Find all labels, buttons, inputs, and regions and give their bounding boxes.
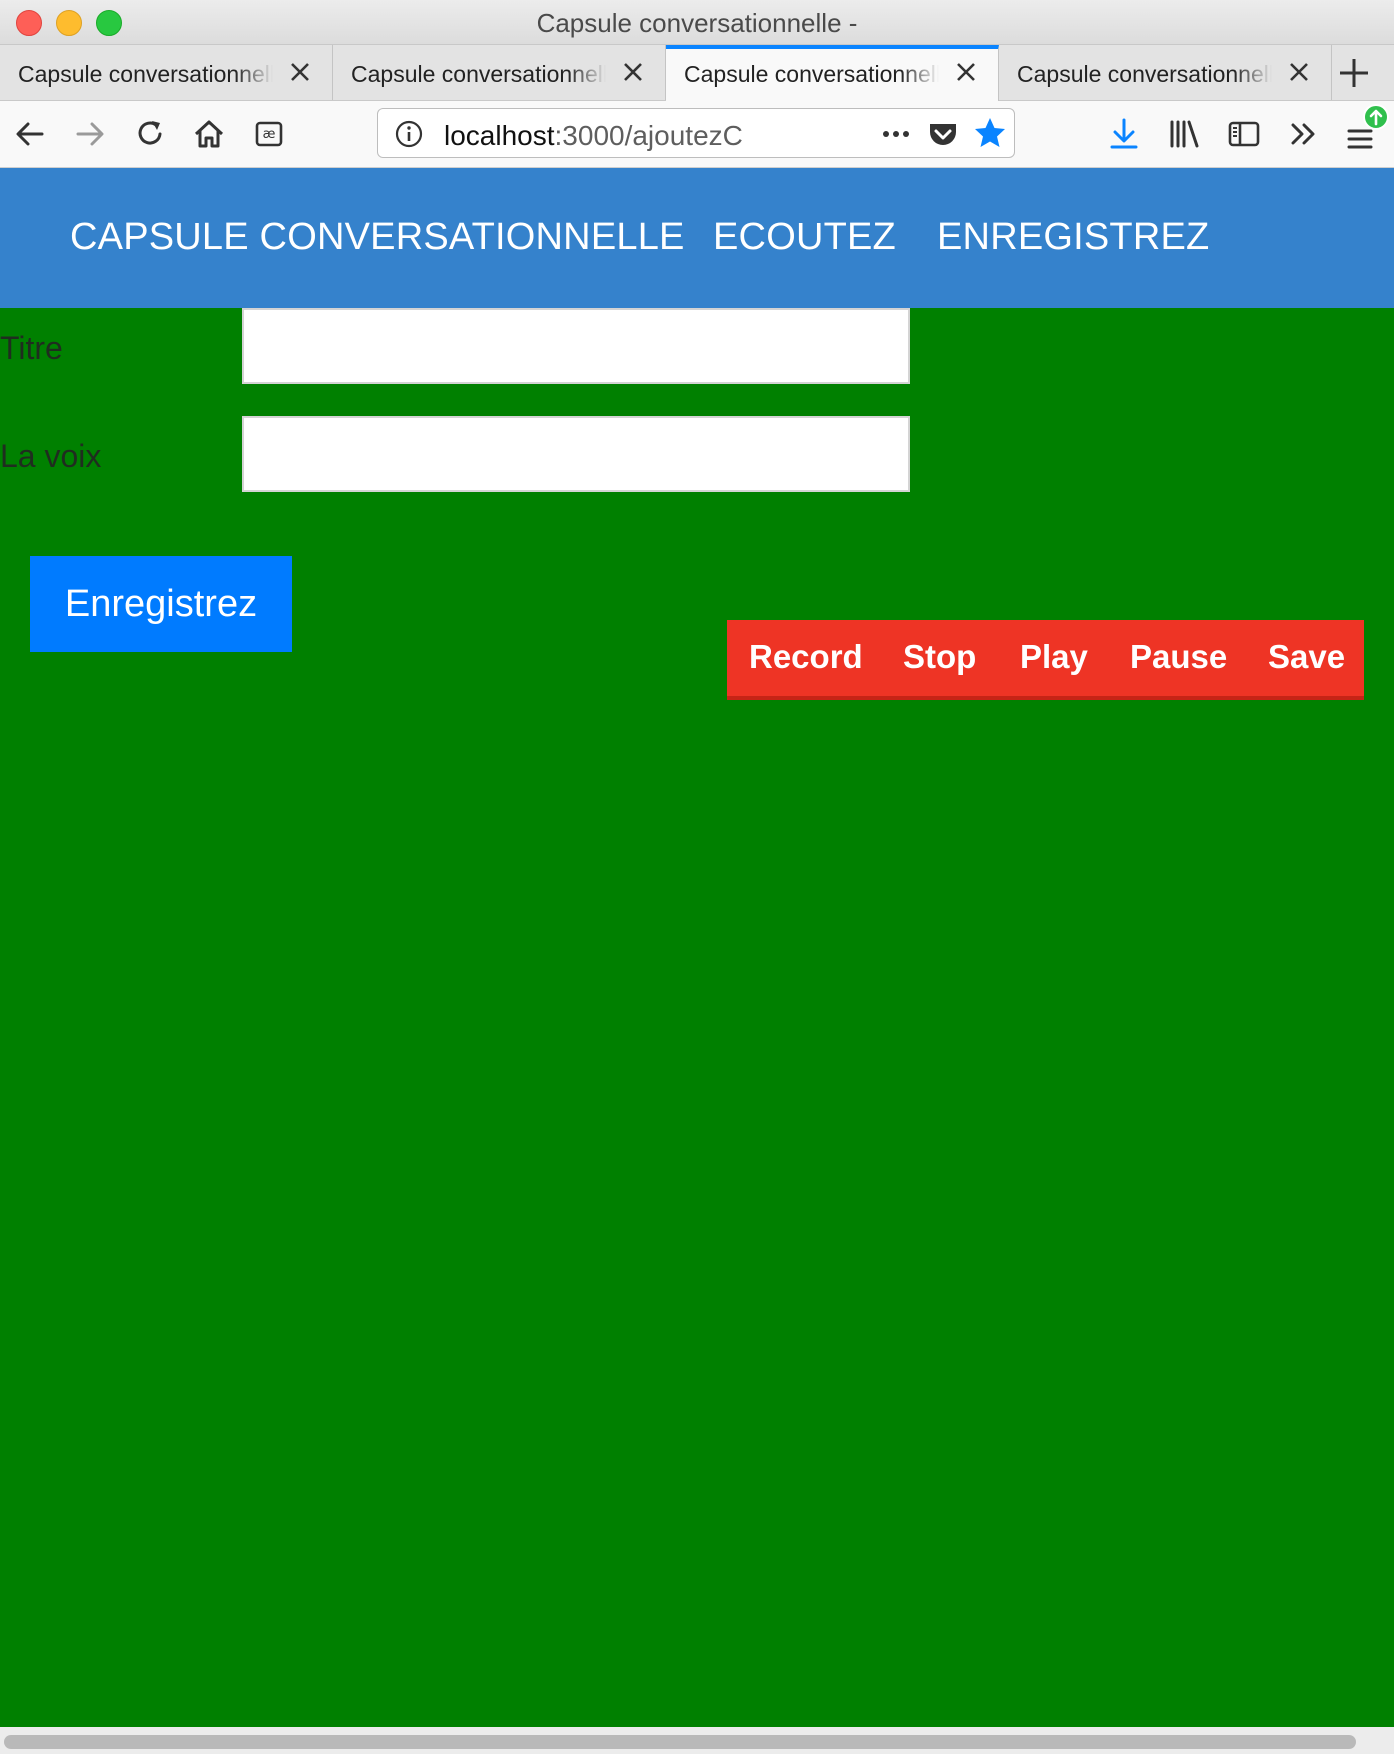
more-dots-icon[interactable] <box>878 119 914 149</box>
library-icon[interactable] <box>1166 116 1202 152</box>
nav-brand-link[interactable]: CAPSULE CONVERSATIONNELLE <box>70 216 685 259</box>
tab-bar: Capsule conversationnelle Capsule conver… <box>0 45 1394 101</box>
svg-text:æ: æ <box>263 127 276 142</box>
title-label: Titre <box>0 330 63 366</box>
play-button[interactable]: Play <box>1020 638 1088 676</box>
pause-button[interactable]: Pause <box>1130 638 1227 676</box>
new-tab-plus-icon[interactable] <box>1334 53 1374 93</box>
nav-link-ecoutez[interactable]: ECOUTEZ <box>713 216 896 259</box>
browser-tab-1[interactable]: Capsule conversationnelle <box>0 45 333 100</box>
window-titlebar: Capsule conversationnelle - <box>0 0 1394 45</box>
site-navbar: CAPSULE CONVERSATIONNELLE ECOUTEZ ENREGI… <box>0 168 1394 308</box>
window-title: Capsule conversationnelle - <box>536 8 858 38</box>
enregistrez-submit-button[interactable]: Enregistrez <box>30 556 292 652</box>
url-path: :3000/ajoutezC <box>554 120 743 151</box>
download-icon[interactable] <box>1106 116 1142 152</box>
info-icon[interactable] <box>394 119 424 149</box>
close-icon[interactable] <box>1285 58 1313 86</box>
overflow-chevrons-icon[interactable] <box>1286 116 1322 152</box>
title-input[interactable] <box>242 308 910 384</box>
close-icon[interactable] <box>619 58 647 86</box>
browser-tab-2[interactable]: Capsule conversationnelle <box>333 45 666 100</box>
url-bar[interactable]: localhost:3000/ajoutezC <box>377 108 1015 158</box>
forward-arrow-icon[interactable] <box>72 116 108 152</box>
back-arrow-icon[interactable] <box>12 116 48 152</box>
tab-label: Capsule conversationnelle <box>18 61 273 87</box>
tab-label: Capsule conversationnelle <box>1017 61 1272 87</box>
pocket-icon[interactable] <box>926 117 960 151</box>
record-button[interactable]: Record <box>749 638 863 676</box>
horizontal-scrollbar[interactable] <box>0 1727 1394 1754</box>
browser-tab-4[interactable]: Capsule conversationnelle <box>999 45 1332 100</box>
scrollbar-thumb[interactable] <box>4 1735 1356 1749</box>
voice-input[interactable] <box>242 416 910 492</box>
bookmark-star-icon[interactable] <box>972 115 1008 151</box>
url-text[interactable]: localhost:3000/ajoutezC <box>444 120 743 152</box>
stop-button[interactable]: Stop <box>903 638 976 676</box>
update-badge-icon[interactable] <box>1362 103 1390 131</box>
close-icon[interactable] <box>286 58 314 86</box>
voice-label: La voix <box>0 438 102 474</box>
close-icon[interactable] <box>952 58 980 86</box>
browser-tab-3-active[interactable]: Capsule conversationnelle <box>666 45 999 101</box>
sidebar-icon[interactable] <box>1226 116 1262 152</box>
url-host: localhost <box>444 120 555 151</box>
reader-extension-icon[interactable]: æ <box>251 116 287 152</box>
audio-recorder-bar: Record Stop Play Pause Save <box>727 620 1364 700</box>
browser-toolbar: æ localhost:3000/ajoutezC <box>0 101 1394 168</box>
tab-label: Capsule conversationnelle <box>684 61 939 87</box>
save-button[interactable]: Save <box>1268 638 1345 676</box>
nav-link-enregistrez[interactable]: ENREGISTREZ <box>937 216 1209 259</box>
reload-icon[interactable] <box>132 116 168 152</box>
home-icon[interactable] <box>191 116 227 152</box>
tab-label: Capsule conversationnelle <box>351 61 606 87</box>
